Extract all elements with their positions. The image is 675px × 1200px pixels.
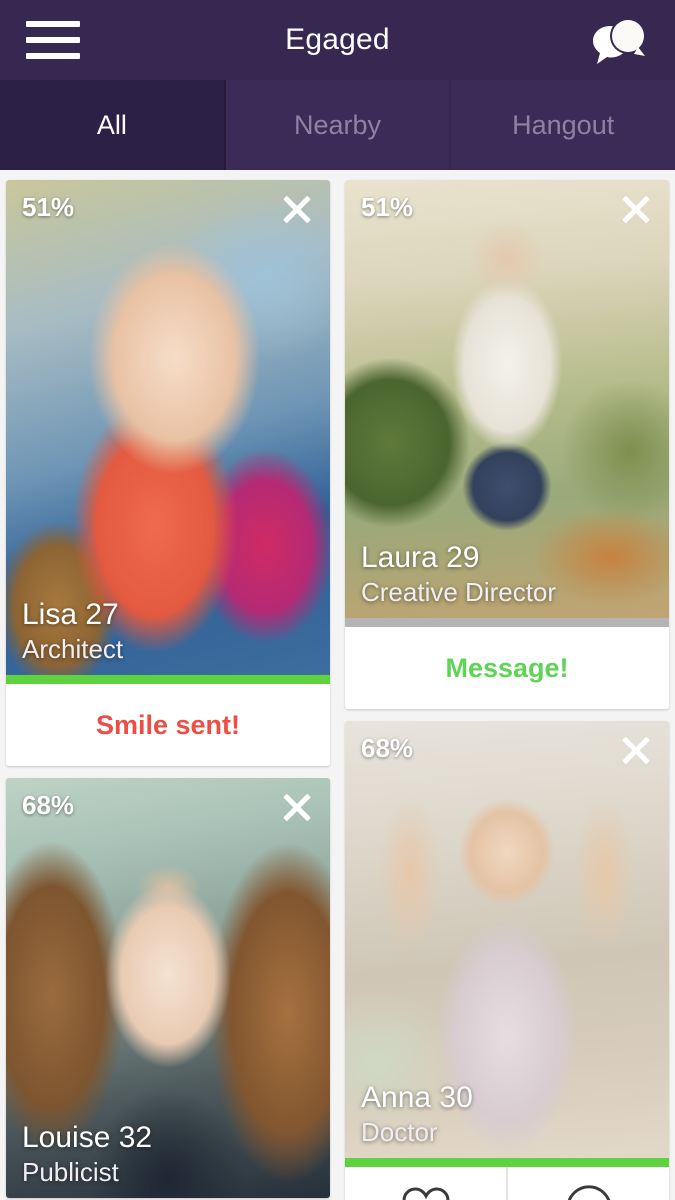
profile-job: Publicist [22,1156,119,1187]
feed-column-right: 51% Laura 29 Creative Director Message! … [345,180,669,1200]
tab-all[interactable]: All [0,80,226,170]
hamburger-menu-icon[interactable] [26,21,80,59]
profile-name: Laura 29 [361,541,480,574]
heart-icon [402,1187,449,1200]
tab-hangout[interactable]: Hangout [451,80,675,170]
profile-card-laura[interactable]: 51% Laura 29 Creative Director Message! [345,180,669,709]
hamburger-bar [26,53,80,59]
message-button[interactable]: Message! [345,627,669,709]
smile-button[interactable] [508,1167,669,1200]
profile-name: Anna 30 [361,1081,473,1114]
tab-label: All [96,109,127,140]
tab-nearby[interactable]: Nearby [226,80,452,170]
profile-job: Architect [22,633,124,664]
hamburger-bar [26,37,80,43]
profile-photo[interactable]: 68% Louise 32 Publicist [6,778,330,1198]
card-action-row [345,1167,669,1200]
profile-meta: Lisa 27 Architect [22,598,123,665]
profile-card-anna[interactable]: 68% Anna 30 Doctor [345,721,669,1200]
profile-name: Louise 32 [22,1121,153,1154]
profile-card-lisa[interactable]: 51% Lisa 27 Architect Smile sent! [6,180,330,766]
hamburger-bar [26,21,80,27]
chat-bubbles-icon[interactable] [591,14,649,66]
profile-meta: Anna 30 Doctor [361,1081,473,1148]
profile-card-louise[interactable]: 68% Louise 32 Publicist [6,778,330,1198]
status-accent-bar [345,1158,669,1167]
status-accent-bar [6,675,330,684]
profile-photo[interactable]: 51% Laura 29 Creative Director [345,180,669,618]
feed-column-left: 51% Lisa 27 Architect Smile sent! 68% Lo… [6,180,330,1200]
match-percent-badge: 51% [361,192,414,222]
smile-sent-status[interactable]: Smile sent! [6,684,330,766]
match-percent-badge: 68% [361,733,414,763]
profile-feed: 51% Lisa 27 Architect Smile sent! 68% Lo… [0,170,675,1200]
close-icon[interactable] [280,788,314,822]
tab-bar: All Nearby Hangout [0,80,675,170]
tab-label: Nearby [293,109,382,140]
page-title: Egaged [285,23,390,56]
app-header: Egaged [0,0,675,80]
close-icon[interactable] [280,190,314,224]
profile-job: Creative Director [361,576,557,607]
profile-photo[interactable]: 51% Lisa 27 Architect [6,180,330,675]
profile-meta: Louise 32 Publicist [22,1121,152,1188]
profile-meta: Laura 29 Creative Director [361,541,556,608]
profile-job: Doctor [361,1116,438,1147]
match-percent-badge: 68% [22,790,75,820]
like-button[interactable] [345,1167,508,1200]
match-percent-badge: 51% [22,192,75,222]
close-icon[interactable] [619,190,653,224]
status-accent-bar [345,618,669,627]
profile-photo[interactable]: 68% Anna 30 Doctor [345,721,669,1158]
profile-name: Lisa 27 [22,598,119,631]
close-icon[interactable] [619,731,653,765]
smiley-icon [567,1185,610,1200]
tab-label: Hangout [512,109,615,140]
